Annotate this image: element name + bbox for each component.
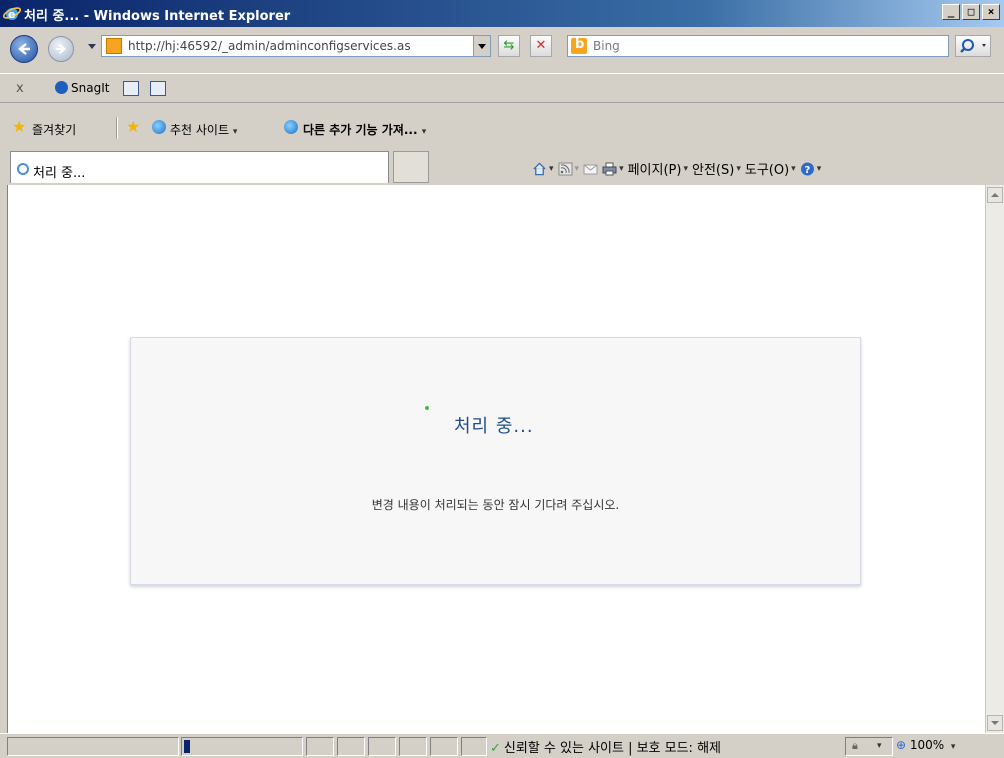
suggested-sites-icon — [152, 120, 166, 134]
rss-icon — [558, 162, 573, 175]
minimize-button[interactable]: _ — [942, 4, 960, 20]
print-button[interactable]: ▾ — [602, 162, 624, 176]
favorites-button[interactable]: 즐겨찾기 — [32, 121, 76, 138]
processing-message: 변경 내용이 처리되는 동안 잠시 기다려 주십시오. — [371, 498, 620, 512]
progress-bar — [181, 737, 303, 756]
addons-icon — [284, 120, 298, 134]
new-tab-button[interactable] — [393, 151, 429, 183]
command-bar: ▾ ▾ ▾ 페이지(P) ▾ 안전(S) ▾ 도구(O) ▾ ? ▾ — [532, 159, 821, 178]
back-arrow-icon — [18, 43, 30, 55]
site-favicon-icon — [106, 38, 122, 54]
mail-icon — [583, 164, 598, 174]
snagit-icon — [55, 81, 68, 94]
status-bar: ✓ 신뢰할 수 있는 사이트 | 보호 모드: 해제 🔒︎ ▾ ⊕ 100% ▾ — [0, 733, 1004, 758]
snagit-button[interactable]: SnagIt — [55, 81, 109, 95]
snagit-toolbar: x SnagIt — [0, 73, 1004, 103]
close-button[interactable]: × — [982, 4, 1000, 20]
zoom-icon: ⊕ — [896, 738, 907, 752]
svg-text:?: ? — [804, 165, 810, 176]
address-toolbar: http://hj:46592/_admin/adminconfigservic… — [0, 27, 1004, 73]
magnifier-icon — [960, 39, 986, 53]
search-placeholder: Bing — [593, 39, 620, 53]
back-button[interactable] — [10, 35, 38, 63]
status-text-pane — [7, 737, 179, 756]
processing-heading: 처리 중... — [454, 416, 534, 437]
tools-menu[interactable]: 도구(O) ▾ — [745, 159, 796, 178]
loading-spinner-icon — [17, 163, 29, 175]
close-toolbar-icon[interactable]: x — [16, 81, 24, 96]
forward-arrow-icon — [55, 43, 67, 55]
status-pane — [430, 737, 458, 756]
status-pane — [306, 737, 334, 756]
trusted-check-icon: ✓ — [490, 741, 501, 756]
status-pane — [399, 737, 427, 756]
refresh-button[interactable]: ⇆ — [498, 35, 520, 57]
help-button[interactable]: ? ▾ — [800, 162, 821, 176]
tab-processing[interactable]: 처리 중... — [10, 151, 389, 183]
tab-label: 처리 중... — [33, 166, 86, 181]
ie-logo-icon: e — [3, 7, 21, 21]
get-more-addons-link[interactable]: 다른 추가 기능 가져... ▾ — [303, 121, 426, 138]
address-field[interactable]: http://hj:46592/_admin/adminconfigservic… — [101, 35, 491, 57]
popup-blocker-button[interactable]: 🔒︎ ▾ — [845, 737, 893, 756]
processing-dialog: 처리 중... 변경 내용이 처리되는 동안 잠시 기다려 주십시오. — [130, 337, 861, 585]
home-icon — [533, 161, 546, 175]
scroll-down-icon[interactable] — [987, 715, 1003, 731]
svg-text:e: e — [8, 8, 15, 21]
scroll-up-icon[interactable] — [987, 187, 1003, 203]
read-mail-button[interactable] — [583, 162, 598, 176]
help-icon: ? — [800, 162, 814, 176]
refresh-icon: ⇆ — [503, 38, 515, 53]
page-content: 처리 중... 변경 내용이 처리되는 동안 잠시 기다려 주십시오. — [7, 185, 985, 733]
status-pane — [461, 737, 487, 756]
status-pane — [337, 737, 365, 756]
add-favorite-icon[interactable]: ★ — [126, 119, 140, 135]
snagit-editor-icon[interactable] — [150, 81, 166, 96]
history-dropdown-icon[interactable] — [88, 44, 96, 49]
stop-button[interactable]: ✕ — [530, 35, 552, 57]
feeds-button[interactable]: ▾ — [558, 162, 579, 176]
lock-icon: 🔒︎ — [852, 739, 858, 752]
favorites-bar: ★ 즐겨찾기 ★ 추천 사이트 ▾ 다른 추가 기능 가져... ▾ — [0, 113, 1004, 143]
security-zone[interactable]: ✓ 신뢰할 수 있는 사이트 | 보호 모드: 해제 — [490, 737, 721, 756]
print-icon — [602, 162, 617, 175]
snagit-capture-icon[interactable] — [123, 81, 139, 96]
vertical-scrollbar[interactable] — [985, 185, 1004, 733]
search-button[interactable] — [955, 35, 991, 57]
processing-spinner-icon — [425, 406, 429, 410]
address-dropdown-button[interactable] — [473, 36, 490, 56]
status-pane — [368, 737, 396, 756]
home-button[interactable]: ▾ — [532, 161, 554, 176]
stop-icon: ✕ — [535, 38, 547, 53]
zoom-control[interactable]: ⊕ 100% ▾ — [896, 738, 955, 752]
window-title: 처리 중... - Windows Internet Explorer — [24, 9, 291, 24]
title-bar: e 처리 중... - Windows Internet Explorer _ … — [0, 0, 1004, 27]
tab-bar: 처리 중... ▾ ▾ ▾ 페이지(P) ▾ 안전(S) ▾ 도구(O) ▾ ? ▾ — [0, 148, 1004, 185]
search-field[interactable]: Bing — [567, 35, 949, 57]
snagit-label: SnagIt — [71, 81, 110, 95]
favorites-separator — [116, 117, 118, 139]
progress-fill — [184, 740, 190, 753]
suggested-sites-link[interactable]: 추천 사이트 ▾ — [170, 121, 237, 138]
maximize-button[interactable]: □ — [962, 4, 980, 20]
safety-menu[interactable]: 안전(S) ▾ — [692, 159, 741, 178]
address-url[interactable]: http://hj:46592/_admin/adminconfigservic… — [128, 39, 473, 53]
page-menu[interactable]: 페이지(P) ▾ — [628, 159, 688, 178]
bing-icon — [571, 37, 587, 54]
favorites-star-icon: ★ — [12, 117, 27, 136]
forward-button[interactable] — [48, 36, 74, 62]
